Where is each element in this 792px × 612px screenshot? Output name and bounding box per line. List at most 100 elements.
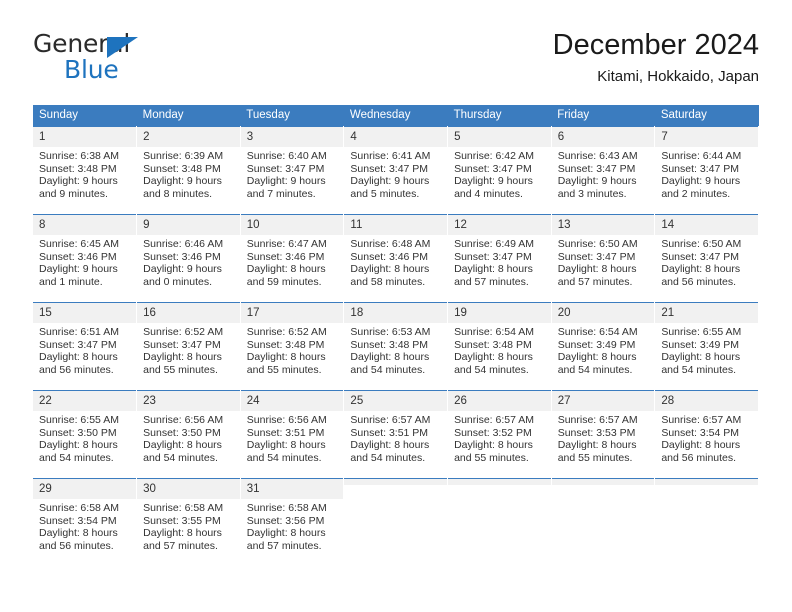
calendar-day-cell[interactable]: 23 Sunrise: 6:56 AM Sunset: 3:50 PM Dayligh… (136, 390, 241, 479)
calendar-day-cell[interactable]: 27 Sunrise: 6:57 AM Sunset: 3:53 PM Dayligh… (551, 390, 656, 479)
calendar-day-cell[interactable]: 25 Sunrise: 6:57 AM Sunset: 3:51 PM Dayligh… (343, 390, 449, 479)
day-number: 22 (33, 391, 137, 411)
day-details: Sunrise: 6:44 AM Sunset: 3:47 PM Daylight:… (655, 147, 758, 200)
daylight-text-line2: and 57 minutes. (143, 539, 218, 552)
sunset-text: Sunset: 3:46 PM (143, 250, 221, 263)
day-details (552, 485, 655, 488)
day-details: Sunrise: 6:54 AM Sunset: 3:48 PM Daylight:… (448, 323, 551, 376)
sunrise-text: Sunrise: 6:40 AM (246, 150, 327, 162)
day-number: 20 (551, 303, 655, 323)
day-number: 25 (344, 391, 448, 411)
calendar-day-cell[interactable]: 2 Sunrise: 6:39 AM Sunset: 3:48 PM Daylight… (136, 126, 241, 215)
logo-generalblue[interactable]: General Blue (33, 30, 273, 92)
daylight-text-line1: Daylight: 9 hours (246, 175, 326, 188)
daylight-text-line1: Daylight: 9 hours (143, 263, 222, 276)
daylight-text-line2: and 8 minutes. (143, 187, 213, 200)
calendar-header-row: Sunday Monday Tuesday Wednesday Thursday… (33, 105, 759, 127)
calendar-day-cell[interactable]: 14 Sunrise: 6:50 AM Sunset: 3:47 PM Dayligh… (654, 214, 759, 303)
calendar-day-cell[interactable]: 24 Sunrise: 6:56 AM Sunset: 3:51 PM Dayligh… (240, 390, 345, 479)
sunset-text: Sunset: 3:51 PM (246, 426, 325, 439)
daylight-text-line1: Daylight: 8 hours (246, 439, 326, 452)
calendar-empty-cell (654, 478, 759, 567)
calendar-day-cell[interactable]: 12 Sunrise: 6:49 AM Sunset: 3:47 PM Dayligh… (447, 214, 552, 303)
day-cell-inner: 24 Sunrise: 6:56 AM Sunset: 3:51 PM Dayligh… (240, 391, 344, 478)
daylight-text-line2: and 54 minutes. (350, 363, 426, 376)
calendar-day-cell[interactable]: 21 Sunrise: 6:55 AM Sunset: 3:49 PM Dayligh… (654, 302, 759, 391)
daylight-text-line1: Daylight: 8 hours (246, 351, 326, 364)
sunset-text: Sunset: 3:56 PM (246, 514, 325, 527)
sunrise-text: Sunrise: 6:51 AM (39, 326, 119, 338)
daylight-text-line1: Daylight: 9 hours (350, 175, 430, 188)
calendar-day-cell[interactable]: 9 Sunrise: 6:46 AM Sunset: 3:46 PM Daylight… (136, 214, 241, 303)
day-number: 16 (137, 303, 240, 323)
logo-text-blue: Blue (64, 55, 119, 84)
calendar-day-cell[interactable]: 5 Sunrise: 6:42 AM Sunset: 3:47 PM Daylight… (447, 126, 552, 215)
day-details: Sunrise: 6:53 AM Sunset: 3:48 PM Daylight:… (344, 323, 447, 376)
day-cell-inner: 26 Sunrise: 6:57 AM Sunset: 3:52 PM Dayligh… (448, 391, 551, 478)
daylight-text-line2: and 56 minutes. (661, 275, 737, 288)
sunset-text: Sunset: 3:52 PM (454, 426, 532, 439)
sunset-text: Sunset: 3:48 PM (454, 338, 532, 351)
calendar-day-cell[interactable]: 4 Sunrise: 6:41 AM Sunset: 3:47 PM Daylight… (343, 126, 449, 215)
sunrise-text: Sunrise: 6:57 AM (454, 414, 535, 426)
calendar-day-cell[interactable]: 15 Sunrise: 6:51 AM Sunset: 3:47 PM Dayligh… (33, 302, 138, 391)
calendar-day-cell[interactable]: 28 Sunrise: 6:57 AM Sunset: 3:54 PM Dayligh… (654, 390, 759, 479)
calendar-day-cell[interactable]: 20 Sunrise: 6:54 AM Sunset: 3:49 PM Dayligh… (551, 302, 656, 391)
calendar-day-cell[interactable]: 3 Sunrise: 6:40 AM Sunset: 3:47 PM Daylight… (240, 126, 345, 215)
calendar-day-cell[interactable]: 6 Sunrise: 6:43 AM Sunset: 3:47 PM Daylight… (551, 126, 656, 215)
weekday-header-thursday: Thursday (447, 105, 552, 127)
calendar-day-cell[interactable]: 19 Sunrise: 6:54 AM Sunset: 3:48 PM Dayligh… (447, 302, 552, 391)
day-cell-inner: 21 Sunrise: 6:55 AM Sunset: 3:49 PM Dayligh… (655, 303, 758, 390)
day-details: Sunrise: 6:41 AM Sunset: 3:47 PM Daylight:… (344, 147, 447, 200)
calendar-day-cell[interactable]: 10 Sunrise: 6:47 AM Sunset: 3:46 PM Dayligh… (240, 214, 345, 303)
sunset-text: Sunset: 3:46 PM (39, 250, 117, 263)
daylight-text-line2: and 9 minutes. (39, 187, 108, 200)
day-cell-inner: 23 Sunrise: 6:56 AM Sunset: 3:50 PM Dayligh… (137, 391, 240, 478)
daylight-text-line2: and 54 minutes. (39, 451, 114, 464)
day-details: Sunrise: 6:52 AM Sunset: 3:47 PM Daylight:… (137, 323, 240, 376)
day-details: Sunrise: 6:57 AM Sunset: 3:53 PM Daylight:… (552, 411, 655, 464)
day-cell-inner: 22 Sunrise: 6:55 AM Sunset: 3:50 PM Dayligh… (33, 391, 137, 478)
calendar-day-cell[interactable]: 22 Sunrise: 6:55 AM Sunset: 3:50 PM Dayligh… (33, 390, 138, 479)
calendar-page: General Blue December 2024 Kitami, Hokka… (0, 0, 792, 612)
calendar-day-cell[interactable]: 13 Sunrise: 6:50 AM Sunset: 3:47 PM Dayligh… (551, 214, 656, 303)
calendar-day-cell[interactable]: 7 Sunrise: 6:44 AM Sunset: 3:47 PM Daylight… (654, 126, 759, 215)
sunrise-text: Sunrise: 6:54 AM (557, 326, 638, 338)
page-title: December 2024 (552, 29, 759, 61)
daylight-text-line2: and 54 minutes. (143, 451, 218, 464)
calendar-day-cell[interactable]: 8 Sunrise: 6:45 AM Sunset: 3:46 PM Daylight… (33, 214, 138, 303)
day-details: Sunrise: 6:57 AM Sunset: 3:51 PM Daylight:… (344, 411, 447, 464)
daylight-text-line1: Daylight: 8 hours (143, 527, 222, 540)
weekday-header-sunday: Sunday (33, 105, 137, 127)
day-cell-inner: 6 Sunrise: 6:43 AM Sunset: 3:47 PM Daylight… (551, 127, 655, 214)
calendar-week-row: 8 Sunrise: 6:45 AM Sunset: 3:46 PM Daylight… (33, 214, 759, 303)
calendar-day-cell[interactable]: 30 Sunrise: 6:58 AM Sunset: 3:55 PM Dayligh… (136, 478, 241, 567)
weekday-header-monday: Monday (136, 105, 241, 127)
calendar-day-cell[interactable]: 18 Sunrise: 6:53 AM Sunset: 3:48 PM Dayligh… (343, 302, 449, 391)
day-cell-inner: 1 Sunrise: 6:38 AM Sunset: 3:48 PM Daylight… (33, 127, 137, 214)
sunset-text: Sunset: 3:48 PM (246, 338, 325, 351)
sunset-text: Sunset: 3:47 PM (454, 250, 532, 263)
daylight-text-line2: and 54 minutes. (246, 451, 322, 464)
sunrise-text: Sunrise: 6:58 AM (39, 502, 119, 514)
calendar-empty-cell (343, 478, 449, 567)
calendar-day-cell[interactable]: 16 Sunrise: 6:52 AM Sunset: 3:47 PM Dayligh… (136, 302, 241, 391)
calendar-day-cell[interactable]: 17 Sunrise: 6:52 AM Sunset: 3:48 PM Dayligh… (240, 302, 345, 391)
calendar-day-cell[interactable]: 1 Sunrise: 6:38 AM Sunset: 3:48 PM Daylight… (33, 126, 138, 215)
calendar-day-cell[interactable]: 26 Sunrise: 6:57 AM Sunset: 3:52 PM Dayligh… (447, 390, 552, 479)
day-details (655, 485, 758, 488)
daylight-text-line1: Daylight: 9 hours (39, 175, 118, 188)
daylight-text-line1: Daylight: 8 hours (39, 527, 118, 540)
sunset-text: Sunset: 3:53 PM (557, 426, 636, 439)
calendar-day-cell[interactable]: 29 Sunrise: 6:58 AM Sunset: 3:54 PM Dayligh… (33, 478, 138, 567)
weekday-header-saturday: Saturday (654, 105, 759, 127)
calendar-day-cell[interactable]: 31 Sunrise: 6:58 AM Sunset: 3:56 PM Dayligh… (240, 478, 345, 567)
day-details: Sunrise: 6:38 AM Sunset: 3:48 PM Daylight:… (33, 147, 136, 200)
daylight-text-line2: and 3 minutes. (557, 187, 627, 200)
day-number: 6 (551, 127, 655, 147)
day-number: 11 (344, 215, 448, 235)
day-cell-inner: 31 Sunrise: 6:58 AM Sunset: 3:56 PM Dayligh… (240, 479, 344, 567)
daylight-text-line1: Daylight: 8 hours (454, 263, 533, 276)
day-number: 19 (448, 303, 551, 323)
calendar-day-cell[interactable]: 11 Sunrise: 6:48 AM Sunset: 3:46 PM Dayligh… (343, 214, 449, 303)
